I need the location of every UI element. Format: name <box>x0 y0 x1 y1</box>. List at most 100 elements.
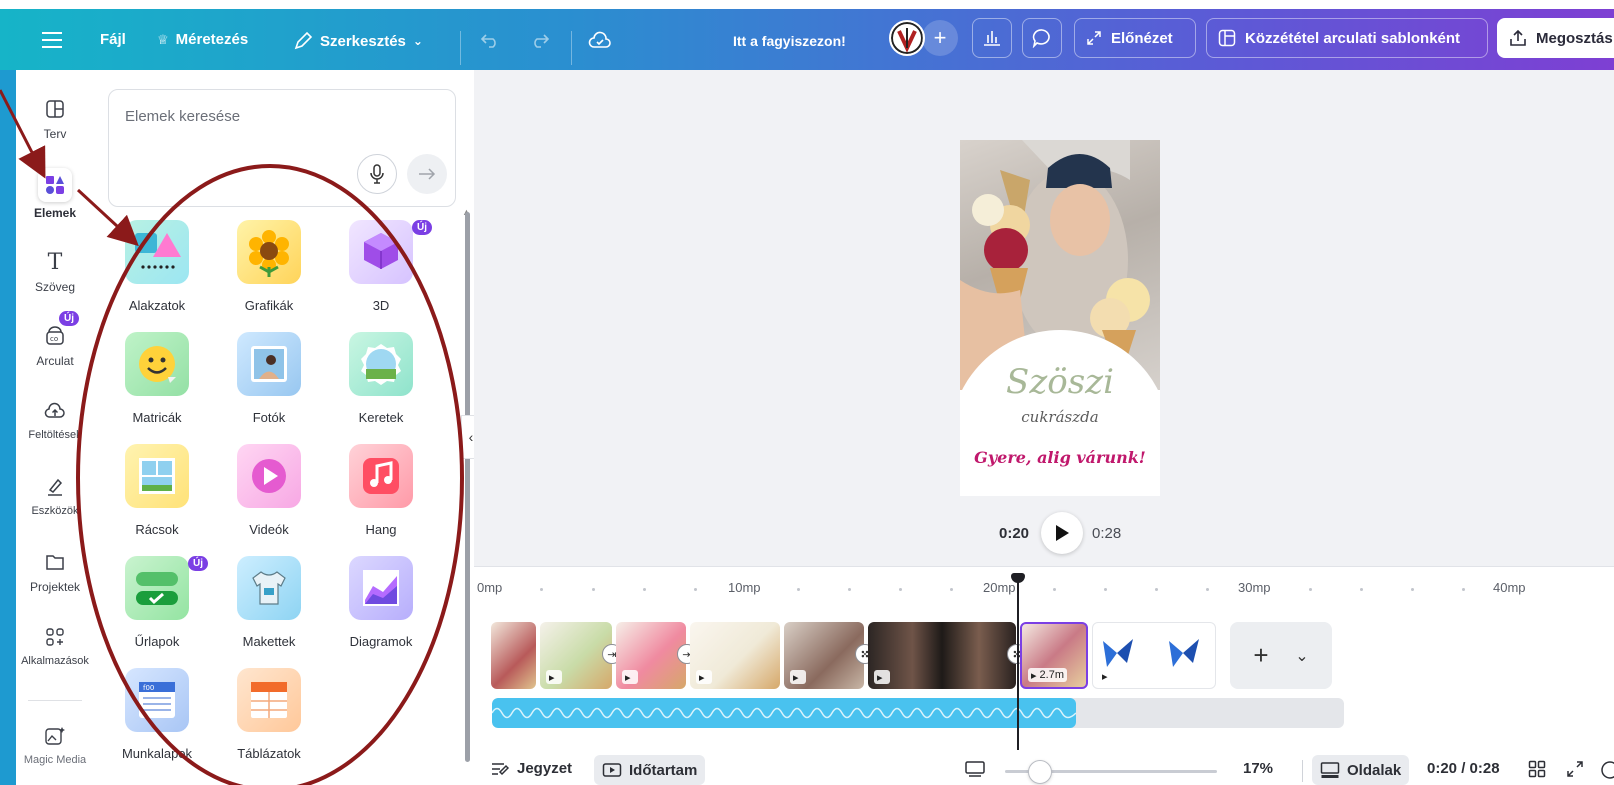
search-box[interactable]: Elemek keresése <box>108 89 456 207</box>
duration-button[interactable]: Időtartam <box>594 755 706 785</box>
notes-icon <box>492 762 510 775</box>
video-clip-icon: ▸ <box>874 670 890 684</box>
expand-icon <box>1087 31 1101 45</box>
tile-charts[interactable]: Diagramok <box>326 556 436 649</box>
upload-cloud-icon <box>40 397 70 425</box>
bar-chart-icon <box>984 31 1000 46</box>
tile-stickers[interactable]: Matricák <box>102 332 212 425</box>
video-clip-icon: ▸ <box>546 670 562 684</box>
timeline-clip[interactable] <box>491 622 536 689</box>
tile-photos[interactable]: Fotók <box>214 332 324 425</box>
save-status-button[interactable] <box>588 31 612 49</box>
timeline-clip[interactable]: ▸ <box>1092 622 1216 689</box>
rail-item-projects[interactable]: Projektek <box>16 548 94 594</box>
play-button[interactable] <box>1041 512 1083 554</box>
timeline-clip[interactable]: ▸ <box>784 622 864 689</box>
comment-button[interactable] <box>1022 18 1062 58</box>
playhead[interactable] <box>1017 578 1019 750</box>
tile-audio[interactable]: Hang <box>326 444 436 537</box>
rail-item-tools[interactable]: Eszközök <box>16 473 94 517</box>
tile-videos[interactable]: Videók <box>214 444 324 537</box>
search-input[interactable]: Elemek keresése <box>125 108 240 125</box>
plus-icon: + <box>933 25 947 50</box>
rail-item-apps[interactable]: Alkalmazások <box>16 623 94 667</box>
folder-icon <box>40 548 70 576</box>
new-badge-3d: Új <box>412 220 432 235</box>
tile-shapes[interactable]: Alakzatok <box>102 220 212 313</box>
resize-button[interactable]: ♕ Méretezés <box>157 31 248 48</box>
cloud-check-icon <box>588 31 611 48</box>
apps-icon <box>40 623 70 651</box>
brand-icon: co <box>40 322 70 350</box>
tile-grids[interactable]: Rácsok <box>102 444 212 537</box>
publish-brand-template-button[interactable]: Közzététel arculati sablonként <box>1206 18 1488 58</box>
tile-mockups[interactable]: Makettek <box>214 556 324 649</box>
elements-panel: Elemek keresése Alakzatok Grafikák 3D Új… <box>94 70 474 785</box>
file-menu[interactable]: Fájl <box>100 31 126 48</box>
undo-icon <box>480 34 496 48</box>
tick-label: 30mp <box>1238 580 1271 595</box>
voice-search-button[interactable] <box>357 154 397 194</box>
tile-frames[interactable]: Keretek <box>326 332 436 425</box>
play-icon <box>1056 525 1069 541</box>
audio-waveform[interactable] <box>492 698 1077 728</box>
redo-button[interactable] <box>530 31 550 49</box>
rail-item-text[interactable]: T Szöveg <box>16 248 94 295</box>
chevron-down-icon[interactable]: ⌄ <box>1295 646 1308 666</box>
video-clip-icon: ▸ <box>790 670 806 684</box>
brand-title[interactable]: Szöszi <box>960 362 1160 402</box>
insights-button[interactable] <box>972 18 1012 58</box>
timeline-clip[interactable]: ▸ <box>690 622 780 689</box>
rail-item-magic-media[interactable]: Magic Media <box>16 722 94 766</box>
call-to-action-text[interactable]: Gyere, alig várunk! <box>960 448 1160 467</box>
tile-graphics[interactable]: Grafikák <box>214 220 324 313</box>
menu-button[interactable] <box>42 31 64 49</box>
clip-duration-badge: ▸ 2.7m <box>1028 668 1067 682</box>
hamburger-icon <box>42 32 62 48</box>
timeline-clip-selected[interactable]: ▸ 2.7m <box>1020 622 1088 689</box>
grid-view-button[interactable] <box>1528 760 1546 778</box>
current-time: 0:20 <box>999 525 1030 542</box>
tile-tables[interactable]: Táblázatok <box>214 668 324 761</box>
preview-button[interactable]: Előnézet <box>1074 18 1196 58</box>
tile-worksheets[interactable]: f00 Munkalapok <box>102 668 212 761</box>
help-button[interactable] <box>1600 760 1614 780</box>
layout-icon <box>40 95 70 123</box>
canva-editor: { "topbar": { "file_label": "Fájl", "res… <box>0 0 1614 785</box>
help-icon <box>1601 761 1614 779</box>
audio-track[interactable] <box>492 698 1344 728</box>
avatar[interactable] <box>889 20 925 56</box>
draw-icon <box>40 473 70 501</box>
search-submit-button[interactable] <box>407 154 447 194</box>
edit-menu[interactable]: Szerkesztés ⌄ <box>293 31 423 51</box>
chevron-down-icon: ⌄ <box>412 34 423 48</box>
chevron-left-icon: ‹ <box>468 429 474 445</box>
add-page-button[interactable]: + <box>1253 640 1268 671</box>
panel-scrollbar[interactable] <box>465 212 470 762</box>
tick-label: 0mp <box>477 580 503 595</box>
pages-icon <box>1320 762 1340 778</box>
tick-label: 40mp <box>1493 580 1526 595</box>
timeline-clip[interactable]: ▸ <box>616 622 686 689</box>
fullscreen-button[interactable] <box>1566 760 1584 778</box>
zoom-level[interactable]: 17% <box>1243 760 1273 777</box>
invite-plus-button[interactable]: + <box>922 20 958 56</box>
rail-item-design[interactable]: Terv <box>16 95 94 141</box>
rail-item-brand[interactable]: co Arculat <box>16 322 94 368</box>
timeline-clip[interactable]: ▸ <box>868 622 1016 689</box>
notes-button[interactable]: Jegyzet <box>490 760 572 777</box>
page-view-button[interactable] <box>964 760 986 778</box>
document-title[interactable]: Itt a fagyiszezon! <box>733 33 846 49</box>
zoom-slider-thumb[interactable] <box>1028 760 1052 784</box>
rail-item-uploads[interactable]: Feltöltések <box>16 397 94 441</box>
rail-item-elements[interactable]: Elemek <box>16 168 94 220</box>
pages-button[interactable]: Oldalak <box>1312 755 1410 785</box>
video-clip-icon <box>602 763 622 777</box>
share-upload-icon <box>1510 29 1526 46</box>
share-button[interactable]: Megosztás <box>1497 18 1614 58</box>
design-page[interactable]: Szöszi cukrászda Gyere, alig várunk! <box>960 140 1160 496</box>
microphone-icon <box>370 164 384 184</box>
brand-subtitle[interactable]: cukrászda <box>960 408 1160 426</box>
grid-icon <box>125 444 189 508</box>
undo-button[interactable] <box>480 31 500 49</box>
